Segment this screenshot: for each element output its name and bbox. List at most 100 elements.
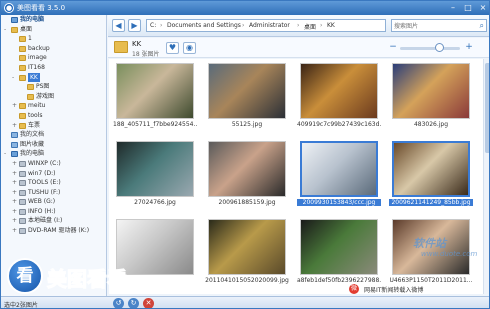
zoom-out-button[interactable]: −: [388, 42, 398, 52]
breadcrumb-segment[interactable]: Administrator: [249, 22, 290, 29]
thumbnail-caption: 2011041015052020099.jpg: [205, 277, 289, 284]
tree-item[interactable]: + WINXP (C:): [1, 159, 106, 169]
back-button[interactable]: ◀: [112, 19, 125, 32]
tree-item[interactable]: + TOOLS (E:): [1, 178, 106, 188]
watermark-url: www.duote.com: [421, 250, 478, 258]
tree-item[interactable]: + WEB (G:): [1, 197, 106, 207]
view-mode-button[interactable]: ◉: [183, 42, 196, 54]
thumbnail-image[interactable]: [300, 141, 378, 197]
thumbnail-image[interactable]: [208, 219, 286, 275]
maximize-button[interactable]: □: [462, 2, 474, 13]
weibo-icon[interactable]: 微: [349, 284, 359, 294]
thumbnail-item[interactable]: 27024766.jpg: [113, 139, 197, 209]
tree-item[interactable]: backup: [1, 44, 106, 54]
thumbnail-image[interactable]: [116, 63, 194, 119]
address-bar[interactable]: C: › Documents and Settings › Administrator ›…: [146, 19, 386, 32]
zoom-in-button[interactable]: +: [464, 42, 474, 52]
tree-item[interactable]: - 桌面: [1, 25, 106, 35]
close-button[interactable]: ×: [477, 2, 489, 13]
expand-icon[interactable]: +: [12, 121, 18, 131]
search-box[interactable]: ⌕: [391, 19, 487, 32]
expand-icon[interactable]: +: [12, 188, 18, 198]
weibo-share[interactable]: 微 网易IT新闻转载入微博: [349, 284, 489, 295]
tree-item[interactable]: + INFO (H:): [1, 207, 106, 217]
drive-icon: [19, 180, 26, 187]
breadcrumb-segment[interactable]: C:: [150, 22, 156, 29]
favorite-button[interactable]: ♥: [166, 42, 179, 54]
breadcrumb-segment[interactable]: KK: [327, 22, 335, 29]
thumbnail-item[interactable]: 2011041015052020099.jpg: [205, 217, 289, 287]
thumbnail-item[interactable]: 409919c7c99b27439c163d...: [297, 61, 381, 131]
title-bar[interactable]: ● 美图看看 3.5.0 – □ ×: [1, 1, 489, 15]
tree-item[interactable]: PS图: [1, 82, 106, 92]
thumbnail-item[interactable]: 200961885159.jpg: [205, 139, 289, 209]
tree-item-label: 图片收藏: [20, 140, 45, 148]
folder-name: KK: [132, 40, 142, 48]
folder-icon: [19, 103, 26, 110]
zoom-slider[interactable]: [400, 47, 460, 50]
thumbnail-image[interactable]: [392, 141, 470, 197]
thumbnail-item[interactable]: 188_405711_f7bbe924554...: [113, 61, 197, 131]
thumbnail-image[interactable]: [392, 63, 470, 119]
expand-icon[interactable]: +: [12, 207, 18, 217]
thumbnail-item[interactable]: a8feb1def50fb2396227988...: [297, 217, 381, 287]
thumbnail-item[interactable]: 2009930153843/ccc.jpg: [297, 139, 381, 209]
zoom-slider-handle[interactable]: [435, 43, 444, 52]
tree-item-label: PS图: [36, 83, 50, 91]
tree-item[interactable]: 我的电脑: [1, 15, 106, 25]
tree-item[interactable]: + win7 (D:): [1, 169, 106, 179]
tree-item[interactable]: 图片收藏: [1, 140, 106, 150]
thumbnail-image[interactable]: [208, 141, 286, 197]
tree-item-label: 桌面: [20, 25, 33, 33]
tree-item[interactable]: + DVD-RAM 驱动器 (K:): [1, 226, 106, 236]
tree-item-label: tools: [28, 111, 43, 119]
tree-item[interactable]: - KK: [1, 72, 106, 83]
breadcrumb-segment[interactable]: 桌面: [304, 22, 316, 31]
rotate-left-button[interactable]: ↺: [113, 298, 124, 308]
expand-icon[interactable]: +: [12, 101, 18, 111]
collapse-icon[interactable]: -: [12, 73, 18, 83]
tree-item[interactable]: tools: [1, 111, 106, 121]
tree-item[interactable]: 1: [1, 34, 106, 44]
thumbnail-item[interactable]: 483026.jpg: [389, 61, 473, 131]
tree-item[interactable]: - 我的电脑: [1, 149, 106, 159]
tree-item[interactable]: image: [1, 53, 106, 63]
breadcrumb-segment[interactable]: Documents and Settings: [167, 22, 241, 29]
expand-icon[interactable]: +: [12, 159, 18, 169]
tree-item[interactable]: + 本地磁盘 (I:): [1, 216, 106, 226]
search-icon[interactable]: ⌕: [480, 21, 484, 31]
thumbnail-item[interactable]: 55125.jpg: [205, 61, 289, 131]
tree-item[interactable]: 游戏图: [1, 92, 106, 102]
thumbnail-image[interactable]: [208, 63, 286, 119]
expand-icon[interactable]: +: [12, 226, 18, 236]
thumbnail-image[interactable]: [300, 219, 378, 275]
tree-item[interactable]: + meitu: [1, 101, 106, 111]
expand-icon[interactable]: +: [12, 216, 18, 226]
doc-icon: [11, 132, 18, 139]
thumbnail-image[interactable]: [300, 63, 378, 119]
breadcrumb-separator-icon: ›: [160, 22, 163, 29]
tree-item[interactable]: 我的文档: [1, 130, 106, 140]
delete-button[interactable]: ✕: [143, 298, 154, 308]
thumbnail-image[interactable]: [116, 141, 194, 197]
tree-item-label: 1: [28, 35, 32, 43]
tree-item[interactable]: + 车票: [1, 121, 106, 131]
tree-item[interactable]: IT168: [1, 63, 106, 73]
brand-logo: 看 美图看看: [7, 258, 167, 294]
weibo-share-text[interactable]: 网易IT新闻转载入微博: [362, 285, 426, 294]
expand-icon[interactable]: +: [12, 197, 18, 207]
tree-item-label: IT168: [28, 63, 45, 71]
drive-icon: [19, 199, 26, 206]
tree-item[interactable]: + TUSHU (F:): [1, 188, 106, 198]
scrollbar-thumb[interactable]: [485, 63, 489, 153]
rotate-right-button[interactable]: ↻: [128, 298, 139, 308]
tree-item-label: 本地磁盘 (I:): [28, 217, 63, 225]
minimize-button[interactable]: –: [447, 2, 459, 13]
collapse-icon[interactable]: -: [4, 149, 10, 159]
search-input[interactable]: [394, 21, 474, 31]
expand-icon[interactable]: +: [12, 178, 18, 188]
forward-button[interactable]: ▶: [128, 19, 141, 32]
expand-icon[interactable]: +: [12, 169, 18, 179]
collapse-icon[interactable]: -: [4, 25, 10, 35]
thumbnail-item[interactable]: 2009621141249_85bb.jpg: [389, 139, 473, 209]
